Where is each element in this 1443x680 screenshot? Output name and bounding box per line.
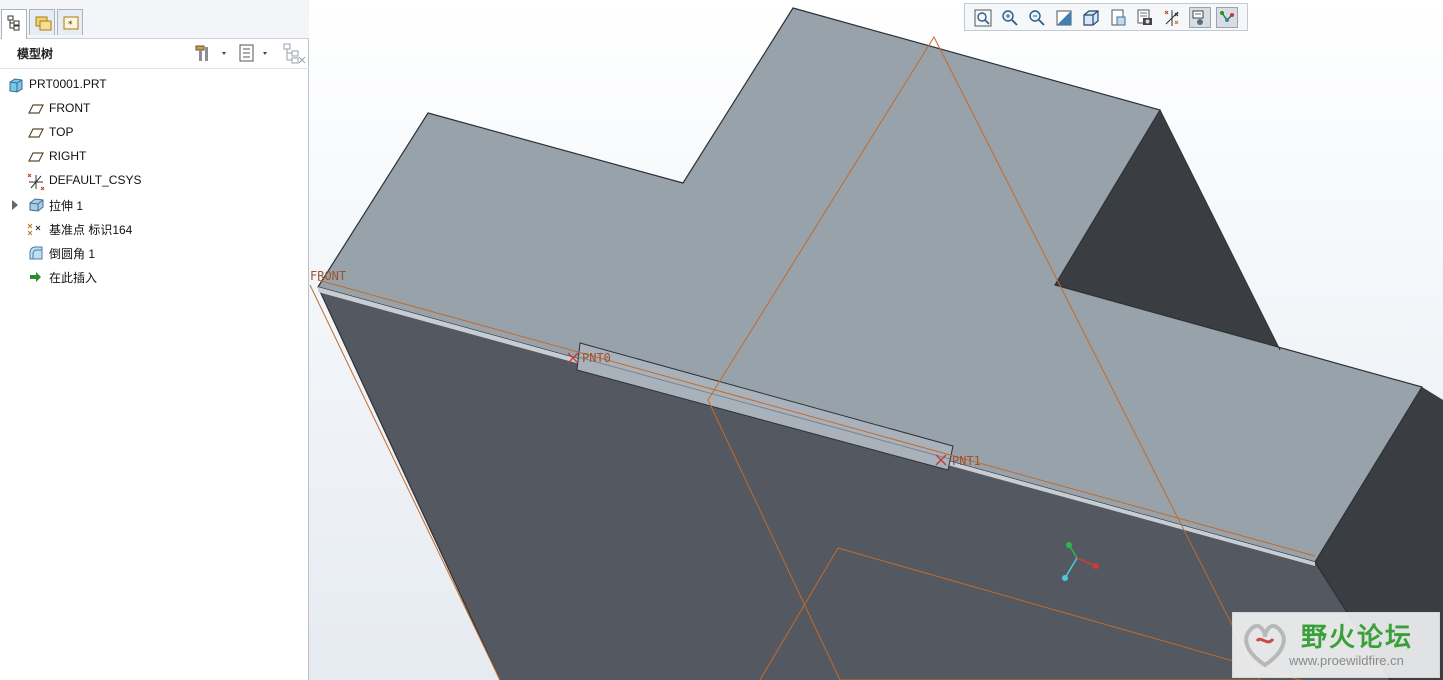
tree-item-insert-here[interactable]: 在此插入	[0, 266, 300, 288]
tree-item-label: 倒圆角 1	[49, 247, 96, 261]
graphics-toolbar	[964, 3, 1248, 31]
tree-item-datum-point[interactable]: 基准点 标识164	[0, 218, 300, 240]
tree-item-label: 拉伸 1	[49, 199, 84, 213]
forum-logo-icon	[1237, 617, 1293, 677]
datum-display-button[interactable]	[1161, 7, 1183, 28]
model-scene[interactable]: FRONT PNT0 PNT1	[309, 0, 1443, 680]
model-tree-header: 模型树	[0, 38, 309, 69]
tree-item-label: 在此插入	[49, 271, 98, 285]
settings-icon	[194, 45, 234, 67]
coordinate-system-icon	[27, 173, 45, 191]
datum-plane-icon	[28, 101, 44, 117]
extrude-icon	[28, 197, 44, 213]
forum-url: www.proewildfire.cn	[1289, 653, 1404, 668]
navigator-tabs: *	[0, 0, 309, 39]
insert-here-arrow-icon	[29, 269, 45, 285]
display-style-button[interactable]	[1080, 7, 1102, 28]
tree-item-label: FRONT	[49, 101, 91, 115]
datum-plane-icon	[28, 125, 44, 141]
point-label-pnt1: PNT1	[952, 454, 981, 468]
folder-browser-tab[interactable]	[29, 9, 55, 35]
tree-item-front[interactable]: FRONT	[0, 98, 300, 120]
forum-watermark: 野火论坛 www.proewildfire.cn	[1232, 612, 1440, 678]
point-label-pnt0: PNT0	[582, 351, 611, 365]
refit-button[interactable]	[972, 7, 994, 28]
filter-button[interactable]	[283, 43, 307, 64]
model-tree-panel: * 模型树 PRT0001.PRT FRONT TOP RIGHT DEFAUL…	[0, 0, 309, 680]
spin-center-button[interactable]	[1189, 7, 1211, 28]
filter-icon	[283, 43, 307, 69]
datum-plane-icon	[28, 149, 44, 165]
tree-item-label: RIGHT	[49, 149, 87, 163]
tree-item-label: TOP	[49, 125, 74, 139]
saved-views-button[interactable]	[1107, 7, 1129, 28]
tree-item-label: 基准点 标识164	[49, 223, 133, 237]
round-icon	[28, 245, 44, 261]
plane-label-front: FRONT	[310, 269, 346, 283]
tree-item-right[interactable]: RIGHT	[0, 146, 300, 168]
annotation-display-button[interactable]	[1216, 7, 1238, 28]
tree-item-default-csys[interactable]: DEFAULT_CSYS	[0, 170, 300, 192]
datum-point-icon	[27, 221, 43, 237]
graphics-window[interactable]: FRONT PNT0 PNT1	[309, 0, 1443, 680]
tree-item-round[interactable]: 倒圆角 1	[0, 242, 300, 264]
tree-item-top[interactable]: TOP	[0, 122, 300, 144]
tree-item-extrude[interactable]: 拉伸 1	[0, 194, 300, 216]
tree-item-part[interactable]: PRT0001.PRT	[0, 74, 300, 96]
expand-arrow-icon[interactable]	[12, 200, 18, 210]
forum-title: 野火论坛	[1301, 623, 1414, 653]
favorites-tab[interactable]: *	[57, 9, 83, 35]
view-manager-button[interactable]	[1134, 7, 1156, 28]
show-icon	[238, 44, 274, 67]
zoom-in-button[interactable]	[999, 7, 1021, 28]
tree-item-label: DEFAULT_CSYS	[49, 173, 142, 187]
tree-item-label: PRT0001.PRT	[29, 77, 107, 91]
model-tree-title: 模型树	[17, 47, 54, 61]
settings-button[interactable]	[194, 43, 234, 63]
part-icon	[8, 77, 24, 93]
model-tree-tab[interactable]	[1, 9, 27, 39]
show-button[interactable]	[238, 43, 274, 63]
zoom-out-button[interactable]	[1026, 7, 1048, 28]
svg-text:*: *	[68, 20, 73, 30]
repaint-button[interactable]	[1053, 7, 1075, 28]
